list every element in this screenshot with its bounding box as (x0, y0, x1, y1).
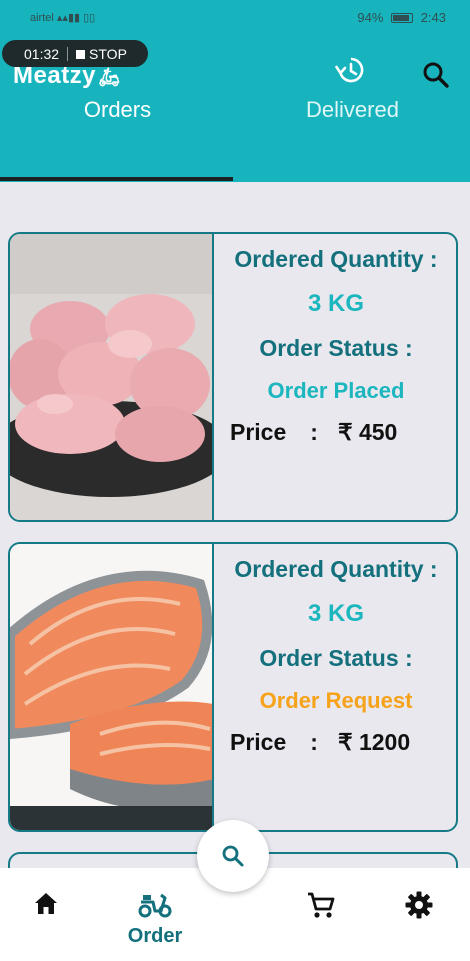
battery-percent: 94% (357, 10, 384, 25)
price-label: Price (230, 729, 287, 755)
battery-icon (391, 13, 414, 23)
search-icon (222, 845, 244, 867)
nav-settings[interactable] (389, 890, 449, 925)
status-value: Order Placed (267, 378, 405, 403)
quantity-label: Ordered Quantity : (234, 246, 438, 272)
search-icon (423, 62, 449, 88)
screen-recording-pill[interactable]: 01:32 STOP (2, 40, 148, 67)
price-row: Price : ₹ 1200 (230, 729, 410, 756)
price-row: Price : ₹ 450 (230, 419, 397, 446)
nav-home[interactable] (16, 890, 76, 923)
price-value: ₹ 450 (337, 419, 398, 445)
order-details: Ordered Quantity : 3 KG Order Status : O… (216, 234, 456, 520)
chicken-image (10, 234, 212, 520)
carrier-name: airtel (30, 12, 54, 24)
brand-scooter-icon: 🛵︎ (98, 67, 122, 87)
price-value: ₹ 1200 (337, 729, 411, 755)
status-label: Order Status : (259, 645, 413, 671)
salmon-image (10, 544, 212, 830)
history-button[interactable] (334, 54, 366, 86)
cart-icon (308, 892, 335, 918)
order-card[interactable]: Ordered Quantity : 3 KG Order Status : O… (8, 542, 458, 832)
recording-timer: 01:32 (24, 45, 60, 62)
clock: 2:43 (420, 10, 446, 25)
quantity-value: 3 KG (307, 600, 364, 627)
order-image-salmon (10, 544, 214, 830)
gear-icon (405, 891, 433, 919)
status-bar: airtel ▴▴▮▮ ▯▯ 94% 2:43 (0, 0, 470, 37)
tab-delivered[interactable]: Delivered (235, 97, 470, 123)
price-colon: : (310, 419, 318, 445)
order-details: Ordered Quantity : 3 KG Order Status : O… (216, 544, 456, 830)
nav-order[interactable]: Order (125, 890, 185, 948)
order-card[interactable]: Ordered Quantity : 3 KG Order Status : O… (8, 232, 458, 522)
quantity-value: 3 KG (307, 290, 364, 317)
price-colon: : (310, 729, 318, 755)
status-label: Order Status : (259, 335, 413, 361)
stop-label: STOP (89, 45, 127, 62)
order-image-chicken (10, 234, 214, 520)
price-label: Price (230, 419, 287, 445)
nav-order-label: Order (127, 925, 183, 947)
recording-stop-button[interactable]: STOP (76, 46, 127, 62)
recording-divider (67, 46, 69, 61)
status-right: 94% 2:43 (357, 10, 446, 25)
tab-orders[interactable]: Orders (0, 97, 235, 123)
quantity-label: Ordered Quantity : (234, 556, 438, 582)
search-button[interactable] (420, 59, 452, 91)
search-fab[interactable] (197, 820, 269, 892)
active-tab-indicator (0, 177, 233, 181)
nav-cart[interactable] (291, 890, 351, 925)
stop-icon (76, 49, 86, 59)
home-icon (35, 893, 57, 914)
carrier-label: airtel ▴▴▮▮ ▯▯ (30, 12, 96, 24)
history-icon (335, 57, 364, 83)
status-value: Order Request (259, 688, 413, 713)
scooter-icon (138, 893, 172, 918)
